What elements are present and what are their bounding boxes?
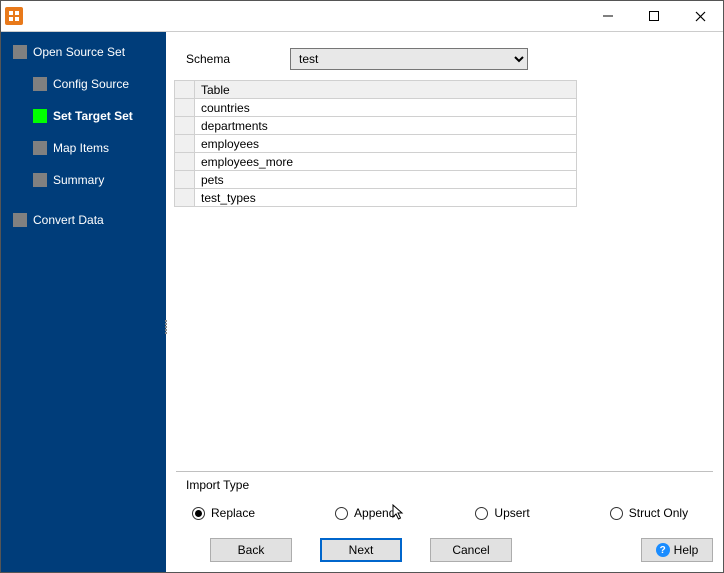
radio-label: Append: [354, 506, 395, 520]
cancel-button[interactable]: Cancel: [430, 538, 512, 562]
sidebar-item-label: Summary: [53, 173, 104, 187]
table-header: Table: [195, 81, 577, 99]
sidebar-item-label: Open Source Set: [33, 45, 125, 59]
table-cell: employees: [195, 135, 577, 153]
help-label: Help: [674, 543, 699, 557]
table-cell: departments: [195, 117, 577, 135]
schema-select[interactable]: test: [290, 48, 528, 70]
table-row[interactable]: countries: [175, 99, 577, 117]
node-icon: [13, 45, 27, 59]
node-icon: [33, 173, 47, 187]
sidebar-item-convert-data[interactable]: Convert Data: [1, 210, 166, 230]
import-type-label: Import Type: [186, 478, 703, 492]
sidebar-item-label: Convert Data: [33, 213, 104, 227]
node-icon: [33, 77, 47, 91]
radio-replace[interactable]: Replace: [192, 506, 255, 520]
radio-label: Replace: [211, 506, 255, 520]
table-cell: employees_more: [195, 153, 577, 171]
schema-row: Schema test: [166, 32, 723, 80]
body: Open Source Set Config Source Set Target…: [1, 31, 723, 572]
table-row[interactable]: pets: [175, 171, 577, 189]
table-row[interactable]: test_types: [175, 189, 577, 207]
minimize-button[interactable]: [585, 1, 631, 31]
sidebar-item-summary[interactable]: Summary: [1, 170, 166, 190]
window-controls: [585, 1, 723, 31]
node-icon: [13, 213, 27, 227]
radio-upsert[interactable]: Upsert: [475, 506, 529, 520]
table-row[interactable]: employees_more: [175, 153, 577, 171]
sidebar-item-set-target-set[interactable]: Set Target Set: [1, 106, 166, 126]
radio-icon: [475, 507, 488, 520]
splitter-handle[interactable]: [163, 312, 169, 342]
radio-label: Struct Only: [629, 506, 688, 520]
sidebar-item-label: Map Items: [53, 141, 109, 155]
app-icon: [5, 7, 23, 25]
sidebar-item-label: Config Source: [53, 77, 129, 91]
schema-label: Schema: [186, 52, 230, 66]
radio-icon: [610, 507, 623, 520]
main-panel: Schema test Table countries departments …: [166, 32, 723, 572]
sidebar: Open Source Set Config Source Set Target…: [1, 32, 166, 572]
button-bar: Back Next Cancel ? Help: [166, 530, 723, 572]
radio-append[interactable]: Append: [335, 506, 395, 520]
next-button[interactable]: Next: [320, 538, 402, 562]
table-cell: pets: [195, 171, 577, 189]
help-button[interactable]: ? Help: [641, 538, 713, 562]
node-icon: [33, 109, 47, 123]
table-row[interactable]: departments: [175, 117, 577, 135]
wizard-window: Open Source Set Config Source Set Target…: [0, 0, 724, 573]
titlebar: [1, 1, 723, 31]
sidebar-item-config-source[interactable]: Config Source: [1, 74, 166, 94]
sidebar-item-map-items[interactable]: Map Items: [1, 138, 166, 158]
radio-icon: [192, 507, 205, 520]
sidebar-item-label: Set Target Set: [53, 109, 133, 123]
import-type-section: Import Type Replace Append Upsert: [176, 471, 713, 530]
sidebar-item-open-source-set[interactable]: Open Source Set: [1, 42, 166, 62]
tables-grid[interactable]: Table countries departments employees em…: [174, 80, 577, 207]
back-button[interactable]: Back: [210, 538, 292, 562]
close-button[interactable]: [677, 1, 723, 31]
maximize-button[interactable]: [631, 1, 677, 31]
help-icon: ?: [656, 543, 670, 557]
radio-struct-only[interactable]: Struct Only: [610, 506, 688, 520]
import-type-radios: Replace Append Upsert Struct Only: [186, 506, 703, 520]
radio-icon: [335, 507, 348, 520]
table-cell: countries: [195, 99, 577, 117]
node-icon: [33, 141, 47, 155]
table-cell: test_types: [195, 189, 577, 207]
table-row[interactable]: employees: [175, 135, 577, 153]
radio-label: Upsert: [494, 506, 529, 520]
table-area: Table countries departments employees em…: [170, 80, 597, 207]
